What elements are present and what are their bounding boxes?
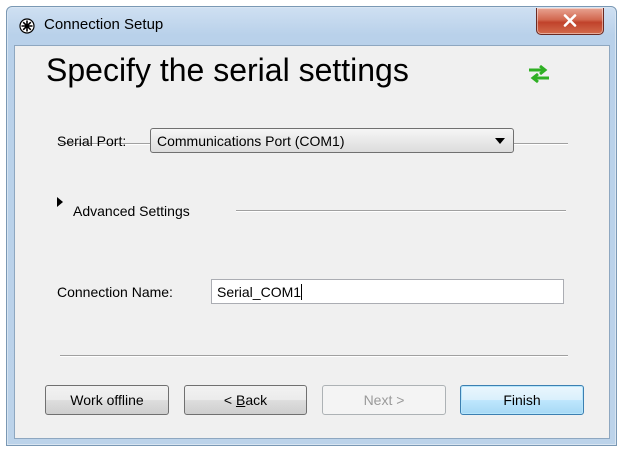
- connection-name-label: Connection Name:: [57, 284, 173, 300]
- star-circle-icon: [19, 18, 35, 34]
- back-rest: ack: [245, 392, 268, 408]
- connection-name-value: Serial_COM1: [217, 284, 302, 300]
- triangle-right-icon[interactable]: [57, 197, 63, 207]
- close-button[interactable]: [536, 8, 604, 35]
- finish-button[interactable]: Finish: [460, 385, 584, 415]
- serial-port-dropdown[interactable]: Communications Port (COM1): [150, 128, 514, 153]
- next-button[interactable]: Next >: [322, 385, 446, 415]
- chevron-down-icon: [495, 138, 505, 144]
- back-mnemonic: B: [235, 392, 246, 408]
- serial-port-value: Communications Port (COM1): [157, 133, 345, 149]
- dialog-body: [14, 45, 610, 439]
- back-button[interactable]: < Back: [184, 385, 307, 415]
- advanced-settings-expander[interactable]: Advanced Settings: [73, 203, 190, 219]
- work-offline-button[interactable]: Work offline: [45, 385, 169, 415]
- window-title: Connection Setup: [44, 16, 164, 33]
- connection-name-input[interactable]: Serial_COM1: [211, 279, 564, 304]
- advanced-separator: [236, 210, 566, 212]
- serial-port-label: Serial Port:: [57, 133, 127, 149]
- text-caret: [301, 284, 303, 300]
- footer-separator: [60, 355, 568, 357]
- back-prefix: <: [223, 392, 236, 408]
- sync-arrows-icon: [528, 63, 550, 85]
- page-heading: Specify the serial settings: [46, 52, 409, 88]
- title-bar[interactable]: Connection Setup: [7, 7, 616, 45]
